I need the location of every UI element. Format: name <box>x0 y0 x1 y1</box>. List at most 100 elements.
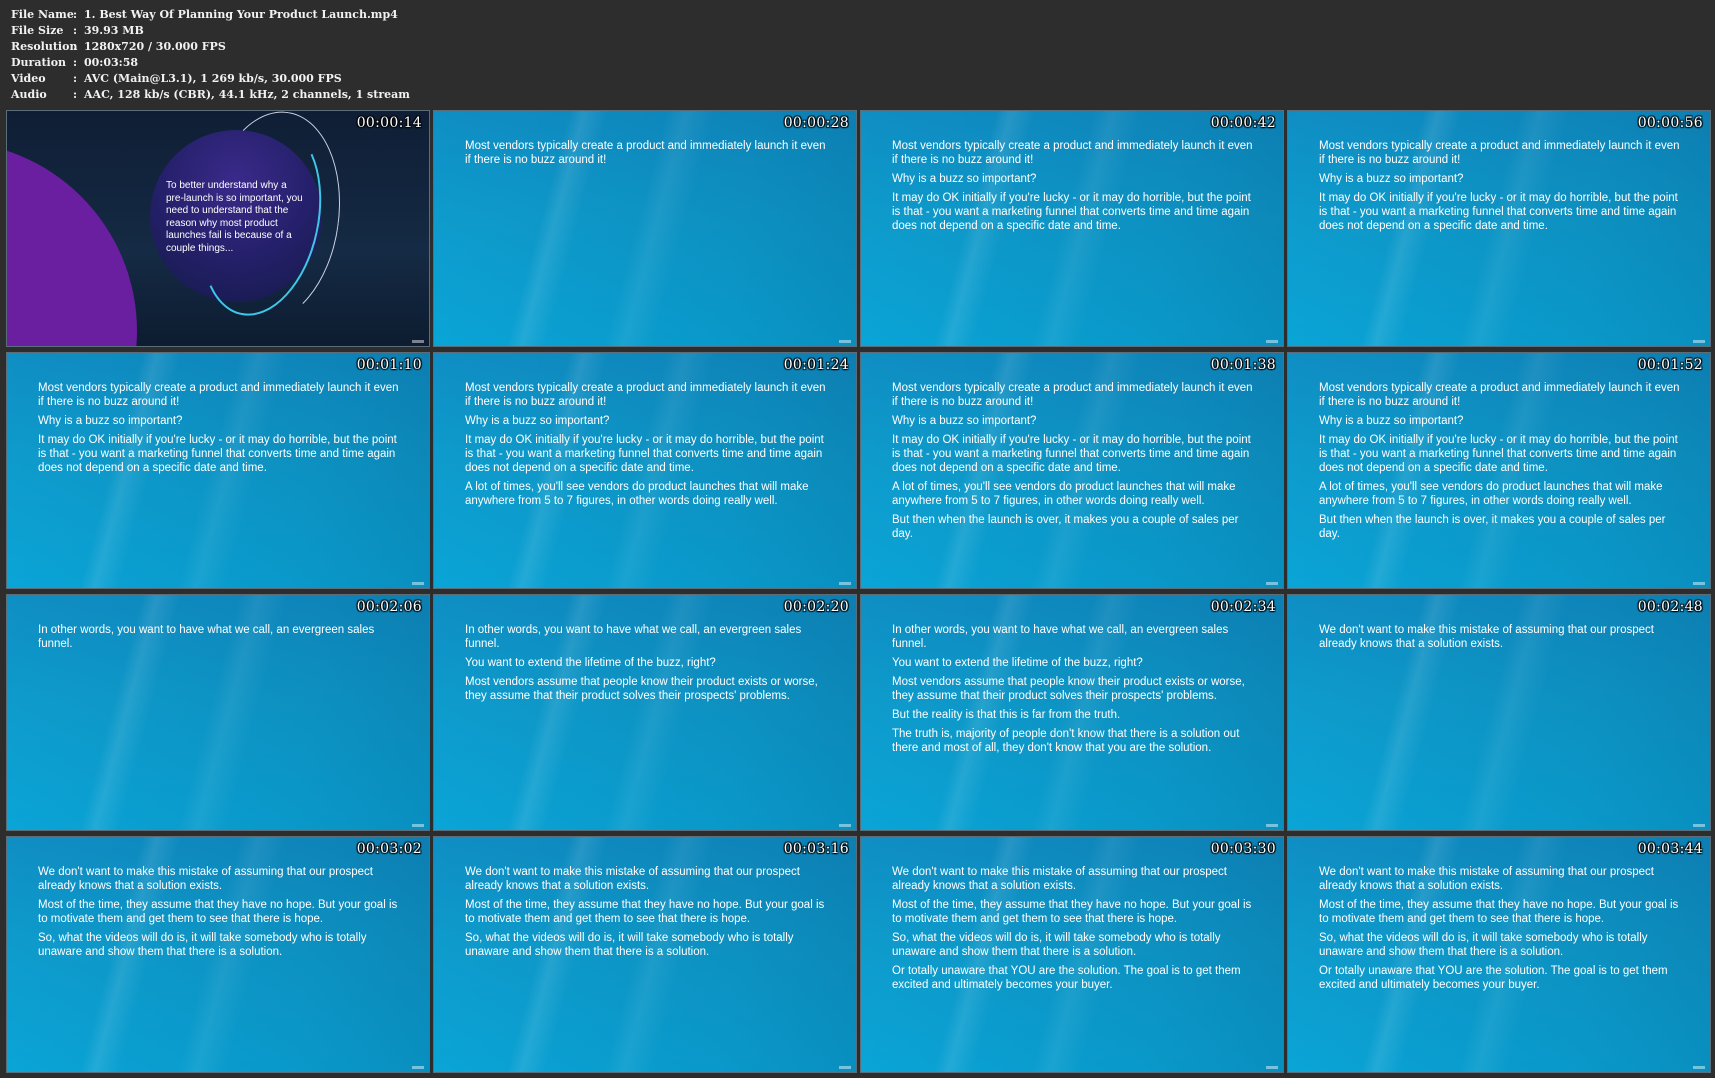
thumbnail-timestamp: 00:00:56 <box>1637 115 1703 131</box>
slide-paragraph: Or totally unaware that YOU are the solu… <box>892 965 1241 991</box>
watermark-logo <box>1693 824 1705 827</box>
slide-text: We don't want to make this mistake of as… <box>892 865 1258 997</box>
thumbnail-timestamp: 00:01:24 <box>783 357 849 373</box>
watermark-logo <box>1693 1066 1705 1069</box>
watermark-logo <box>1266 1066 1278 1069</box>
slide-paragraph: Why is a buzz so important? <box>38 415 183 427</box>
thumbnail-timestamp: 00:00:28 <box>783 115 849 131</box>
slide-paragraph: Most of the time, they assume that they … <box>1319 899 1679 925</box>
thumbnail-timestamp: 00:03:44 <box>1637 841 1703 857</box>
slide-paragraph: Why is a buzz so important? <box>1319 173 1464 185</box>
slide-paragraph: Most vendors typically create a product … <box>1319 382 1680 408</box>
slide-paragraph: So, what the videos will do is, it will … <box>1319 932 1648 958</box>
slide-paragraph: Most vendors assume that people know the… <box>465 676 818 702</box>
slide-paragraph: It may do OK initially if you're lucky -… <box>892 192 1251 232</box>
slide-paragraph: In other words, you want to have what we… <box>38 624 375 650</box>
watermark-logo <box>412 1066 424 1069</box>
slide-paragraph: Or totally unaware that YOU are the solu… <box>1319 965 1668 991</box>
video-thumbnail: Most vendors typically create a product … <box>860 352 1284 589</box>
slide-paragraph: You want to extend the lifetime of the b… <box>465 657 716 669</box>
watermark-logo <box>839 1066 851 1069</box>
video-thumbnail: In other words, you want to have what we… <box>860 594 1284 831</box>
slide-paragraph: Why is a buzz so important? <box>892 173 1037 185</box>
slide-text: We don't want to make this mistake of as… <box>465 865 831 964</box>
video-thumbnail: In other words, you want to have what we… <box>433 594 857 831</box>
slide-paragraph: It may do OK initially if you're lucky -… <box>1319 192 1678 232</box>
video-thumbnail: Most vendors typically create a product … <box>1287 352 1711 589</box>
slide-text: In other words, you want to have what we… <box>38 623 404 656</box>
slide-paragraph: It may do OK initially if you're lucky -… <box>38 434 397 474</box>
slide-paragraph: It may do OK initially if you're lucky -… <box>892 434 1251 474</box>
thumbnail-timestamp: 00:00:14 <box>356 115 422 131</box>
slide-text: Most vendors typically create a product … <box>465 381 831 513</box>
slide-paragraph: Most vendors typically create a product … <box>38 382 399 408</box>
slide-paragraph: It may do OK initially if you're lucky -… <box>1319 434 1678 474</box>
thumbnail-timestamp: 00:02:06 <box>356 599 422 615</box>
slide-paragraph: Most vendors typically create a product … <box>1319 140 1680 166</box>
video-thumbnail: We don't want to make this mistake of as… <box>433 836 857 1073</box>
slide-paragraph: A lot of times, you'll see vendors do pr… <box>1319 481 1663 507</box>
watermark-logo <box>412 824 424 827</box>
slide-paragraph: So, what the videos will do is, it will … <box>892 932 1221 958</box>
slide-paragraph: Why is a buzz so important? <box>465 415 610 427</box>
watermark-logo <box>839 824 851 827</box>
watermark-logo <box>839 340 851 343</box>
slide-text: In other words, you want to have what we… <box>465 623 831 708</box>
slide-text: Most vendors typically create a product … <box>1319 139 1685 238</box>
video-thumbnail: Most vendors typically create a product … <box>6 352 430 589</box>
slide-paragraph: Most vendors typically create a product … <box>465 382 826 408</box>
slide-paragraph: Most vendors typically create a product … <box>465 140 826 166</box>
video-thumbnail: We don't want to make this mistake of as… <box>1287 594 1711 831</box>
slide-paragraph: A lot of times, you'll see vendors do pr… <box>465 481 809 507</box>
slide-text: Most vendors typically create a product … <box>38 381 404 480</box>
slide-text: We don't want to make this mistake of as… <box>38 865 404 964</box>
slide-paragraph: So, what the videos will do is, it will … <box>38 932 367 958</box>
thumbnail-timestamp: 00:01:38 <box>1210 357 1276 373</box>
video-thumbnail: Most vendors typically create a product … <box>860 110 1284 347</box>
slide-paragraph: The truth is, majority of people don't k… <box>892 728 1240 754</box>
slide-paragraph: Most of the time, they assume that they … <box>38 899 398 925</box>
video-thumbnail: To better understand why a pre-launch is… <box>6 110 430 347</box>
thumbnail-timestamp: 00:02:48 <box>1637 599 1703 615</box>
slide-paragraph: Most of the time, they assume that they … <box>892 899 1252 925</box>
slide-paragraph: To better understand why a pre-launch is… <box>166 180 303 254</box>
slide-text: We don't want to make this mistake of as… <box>1319 865 1685 997</box>
thumbnail-grid: To better understand why a pre-launch is… <box>0 0 1715 1078</box>
thumbnail-timestamp: 00:02:20 <box>783 599 849 615</box>
slide-paragraph: Most vendors typically create a product … <box>892 382 1253 408</box>
slide-paragraph: Why is a buzz so important? <box>1319 415 1464 427</box>
video-thumbnail: Most vendors typically create a product … <box>433 352 857 589</box>
slide-paragraph: But then when the launch is over, it mak… <box>1319 514 1666 540</box>
thumbnail-timestamp: 00:03:02 <box>356 841 422 857</box>
slide-text: To better understand why a pre-launch is… <box>166 180 306 255</box>
watermark-logo <box>1693 340 1705 343</box>
thumbnail-timestamp: 00:00:42 <box>1210 115 1276 131</box>
thumbnail-timestamp: 00:02:34 <box>1210 599 1276 615</box>
slide-decoration <box>7 141 137 346</box>
thumbnail-timestamp: 00:03:16 <box>783 841 849 857</box>
watermark-logo <box>1266 340 1278 343</box>
thumbnail-timestamp: 00:01:10 <box>356 357 422 373</box>
slide-paragraph: We don't want to make this mistake of as… <box>38 866 374 892</box>
slide-paragraph: In other words, you want to have what we… <box>892 624 1229 650</box>
slide-paragraph: We don't want to make this mistake of as… <box>1319 866 1655 892</box>
slide-paragraph: We don't want to make this mistake of as… <box>465 866 801 892</box>
slide-paragraph: But then when the launch is over, it mak… <box>892 514 1239 540</box>
watermark-logo <box>1693 582 1705 585</box>
watermark-logo <box>839 582 851 585</box>
slide-text: Most vendors typically create a product … <box>892 381 1258 546</box>
thumbnail-timestamp: 00:01:52 <box>1637 357 1703 373</box>
slide-text: Most vendors typically create a product … <box>892 139 1258 238</box>
video-thumbnail: In other words, you want to have what we… <box>6 594 430 831</box>
watermark-logo <box>1266 582 1278 585</box>
slide-text: In other words, you want to have what we… <box>892 623 1258 760</box>
watermark-logo <box>412 582 424 585</box>
video-thumbnail: We don't want to make this mistake of as… <box>6 836 430 1073</box>
slide-paragraph: A lot of times, you'll see vendors do pr… <box>892 481 1236 507</box>
video-thumbnail: We don't want to make this mistake of as… <box>1287 836 1711 1073</box>
slide-paragraph: We don't want to make this mistake of as… <box>1319 624 1655 650</box>
slide-paragraph: Most of the time, they assume that they … <box>465 899 825 925</box>
slide-text: Most vendors typically create a product … <box>1319 381 1685 546</box>
watermark-logo <box>1266 824 1278 827</box>
slide-paragraph: It may do OK initially if you're lucky -… <box>465 434 824 474</box>
